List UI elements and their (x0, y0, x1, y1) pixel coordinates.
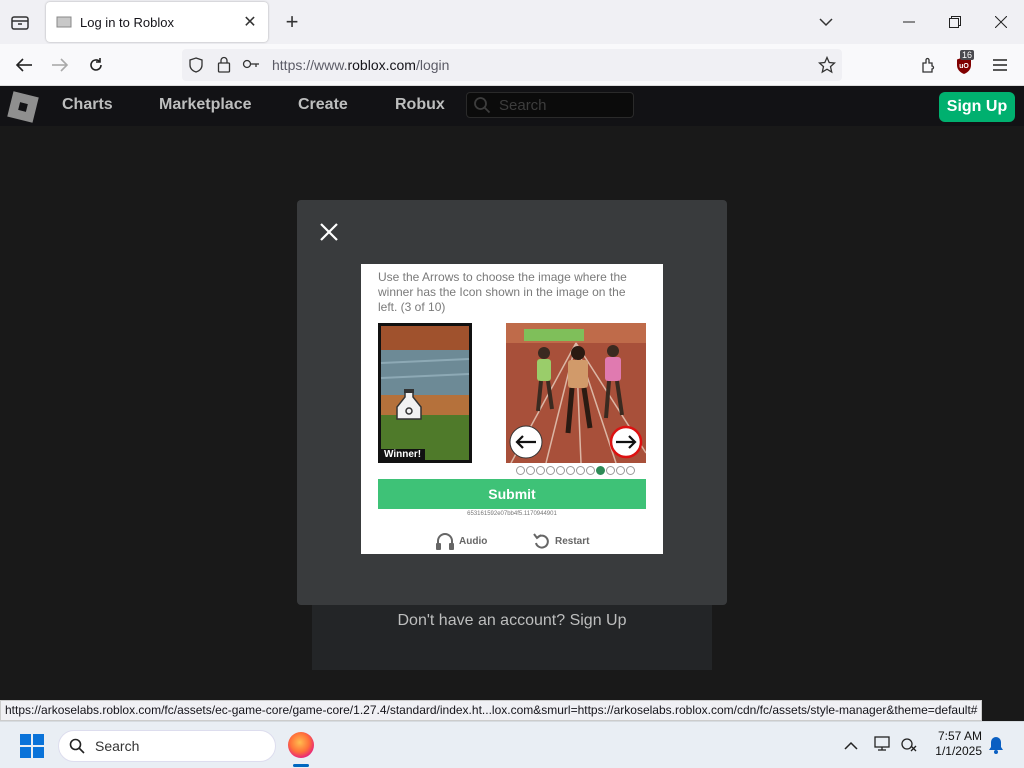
progress-dot (576, 466, 585, 475)
headphones-icon (436, 533, 454, 550)
nav-robux[interactable]: Robux (395, 96, 445, 114)
search-placeholder: Search (499, 97, 547, 114)
close-tab-icon[interactable]: ✕ (242, 14, 258, 31)
progress-dot (536, 466, 545, 475)
status-bar-url: https://arkoselabs.roblox.com/fc/assets/… (0, 700, 983, 721)
audio-label: Audio (459, 535, 488, 547)
progress-dot (526, 466, 535, 475)
restart-label: Restart (555, 535, 590, 547)
url-domain: roblox.com (347, 57, 416, 73)
url-bar[interactable]: https://www.roblox.com/login (182, 49, 842, 81)
forward-arrow-icon[interactable] (46, 51, 74, 79)
winner-label: Winner! (380, 449, 426, 460)
progress-dot (516, 466, 525, 475)
close-window-icon[interactable] (978, 6, 1024, 38)
clock-time: 7:57 AM (937, 729, 982, 743)
windows-start-icon[interactable] (20, 734, 44, 758)
signup-button[interactable]: Sign Up (939, 92, 1015, 122)
reload-icon[interactable] (82, 51, 110, 79)
taskbar: Search 7:57 AM 1/1/2025 (0, 721, 1024, 768)
chevron-up-icon[interactable] (844, 738, 858, 756)
search-icon (69, 738, 85, 754)
captcha-instruction: Use the Arrows to choose the image where… (378, 270, 627, 314)
notification-bell-icon[interactable] (988, 736, 1004, 759)
firefox-icon[interactable] (288, 732, 314, 758)
close-icon[interactable] (317, 220, 341, 244)
url-path: /login (415, 57, 450, 73)
taskbar-search-label: Search (95, 738, 140, 754)
session-id: 653161592e07bb4f5.1170944901 (467, 511, 557, 517)
extension-badge: 16 (960, 50, 975, 60)
restart-icon (533, 533, 549, 549)
browser-tab[interactable]: Log in to Roblox ✕ (46, 2, 268, 42)
clock-date: 1/1/2025 (935, 744, 982, 758)
new-tab-icon[interactable]: + (280, 9, 304, 34)
audio-button[interactable]: Audio (435, 530, 487, 552)
volume-muted-icon[interactable] (900, 736, 918, 757)
system-clock[interactable]: 7:57 AM 1/1/2025 (920, 729, 982, 759)
restart-button[interactable]: Restart (533, 530, 589, 552)
search-icon (473, 96, 491, 119)
svg-text:uO: uO (959, 63, 969, 70)
shield-icon[interactable] (188, 57, 204, 78)
left-arrow-button[interactable] (509, 425, 543, 463)
bookmark-star-icon[interactable] (817, 55, 837, 79)
progress-dot (606, 466, 615, 475)
tab-list-icon[interactable] (8, 10, 32, 34)
lock-icon[interactable] (217, 56, 231, 78)
progress-dot (616, 466, 625, 475)
key-icon[interactable] (242, 57, 260, 76)
url-prefix: https://www. (272, 57, 348, 73)
network-icon[interactable] (874, 736, 892, 757)
tab-title: Log in to Roblox (80, 14, 174, 30)
browser-nav-bar: https://www.roblox.com/login uO 16 (0, 44, 1024, 86)
search-input[interactable]: Search (466, 92, 634, 118)
back-arrow-icon[interactable] (10, 51, 38, 79)
roblox-logo-icon[interactable] (7, 91, 39, 123)
progress-dot (566, 466, 575, 475)
nav-create[interactable]: Create (298, 96, 348, 114)
nav-marketplace[interactable]: Marketplace (159, 96, 252, 114)
progress-dot (546, 466, 555, 475)
progress-dot (556, 466, 565, 475)
taskbar-search[interactable]: Search (58, 730, 276, 762)
menu-hamburger-icon[interactable] (986, 51, 1014, 79)
chevron-down-icon[interactable] (814, 10, 838, 34)
active-app-indicator (293, 764, 309, 767)
right-arrow-button[interactable] (609, 425, 643, 463)
progress-dot (596, 466, 605, 475)
submit-button[interactable]: Submit (378, 479, 646, 509)
captcha-modal: Use the Arrows to choose the image where… (297, 200, 727, 605)
progress-dot (626, 466, 635, 475)
progress-dot (586, 466, 595, 475)
reference-image: Winner! (378, 323, 472, 463)
signup-prompt[interactable]: Don't have an account? Sign Up (312, 612, 712, 630)
restore-icon[interactable] (932, 6, 978, 38)
url-text[interactable]: https://www.roblox.com/login (272, 57, 449, 73)
browser-tab-bar: Log in to Roblox ✕ + (0, 0, 1024, 44)
captcha-frame: Use the Arrows to choose the image where… (361, 264, 663, 554)
extensions-icon[interactable] (914, 51, 942, 79)
roblox-favicon-icon (56, 16, 72, 28)
progress-dots (516, 466, 636, 476)
ublock-shield-icon[interactable]: uO 16 (950, 50, 978, 79)
candidate-image[interactable] (506, 323, 646, 463)
roblox-header: Charts Marketplace Create Robux Search S… (0, 86, 1024, 126)
nav-charts[interactable]: Charts (62, 96, 113, 114)
minimize-icon[interactable] (886, 6, 932, 38)
